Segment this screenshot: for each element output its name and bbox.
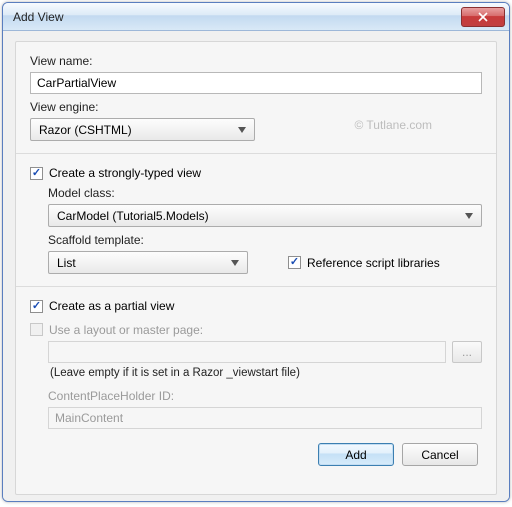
dialog-footer: Add Cancel bbox=[30, 433, 482, 468]
chevron-down-icon bbox=[227, 260, 243, 266]
dialog-body: © Tutlane.com View name: View engine: Ra… bbox=[3, 31, 509, 501]
form-panel: © Tutlane.com View name: View engine: Ra… bbox=[15, 41, 497, 495]
layout-path-input bbox=[48, 341, 446, 363]
ellipsis-icon: ... bbox=[462, 345, 472, 359]
divider bbox=[16, 286, 496, 287]
view-name-input[interactable] bbox=[30, 72, 482, 94]
chevron-down-icon bbox=[234, 127, 250, 133]
scaffold-row: List Reference script libraries bbox=[48, 251, 482, 274]
strongly-typed-label: Create a strongly-typed view bbox=[49, 166, 201, 180]
use-layout-checkbox bbox=[30, 323, 43, 336]
view-engine-value: Razor (CSHTML) bbox=[39, 123, 234, 137]
scaffold-template-label: Scaffold template: bbox=[48, 233, 482, 247]
ref-scripts-row[interactable]: Reference script libraries bbox=[288, 256, 440, 270]
titlebar: Add View bbox=[3, 3, 509, 31]
add-button[interactable]: Add bbox=[318, 443, 394, 466]
model-class-value: CarModel (Tutorial5.Models) bbox=[57, 209, 461, 223]
scaffold-template-value: List bbox=[57, 256, 227, 270]
model-class-label: Model class: bbox=[48, 186, 482, 200]
strongly-typed-group: Model class: CarModel (Tutorial5.Models)… bbox=[48, 184, 482, 274]
model-class-select[interactable]: CarModel (Tutorial5.Models) bbox=[48, 204, 482, 227]
cph-input bbox=[48, 407, 482, 429]
cph-label: ContentPlaceHolder ID: bbox=[48, 389, 482, 403]
add-view-dialog: Add View © Tutlane.com View name: View e… bbox=[2, 2, 510, 502]
window-title: Add View bbox=[13, 10, 461, 24]
chevron-down-icon bbox=[461, 213, 477, 219]
strongly-typed-checkbox[interactable] bbox=[30, 167, 43, 180]
divider bbox=[16, 153, 496, 154]
use-layout-row: Use a layout or master page: bbox=[30, 321, 482, 337]
close-icon bbox=[478, 12, 488, 22]
ref-scripts-checkbox[interactable] bbox=[288, 256, 301, 269]
view-engine-select[interactable]: Razor (CSHTML) bbox=[30, 118, 255, 141]
view-engine-label: View engine: bbox=[30, 100, 482, 114]
view-name-label: View name: bbox=[30, 54, 482, 68]
layout-path-row: ... bbox=[48, 341, 482, 363]
layout-group: ... (Leave empty if it is set in a Razor… bbox=[48, 341, 482, 429]
ref-scripts-label: Reference script libraries bbox=[307, 256, 440, 270]
browse-button: ... bbox=[452, 341, 482, 363]
use-layout-label: Use a layout or master page: bbox=[49, 323, 203, 337]
strongly-typed-row[interactable]: Create a strongly-typed view bbox=[30, 166, 482, 180]
partial-view-checkbox[interactable] bbox=[30, 300, 43, 313]
watermark: © Tutlane.com bbox=[354, 118, 432, 132]
partial-view-label: Create as a partial view bbox=[49, 299, 174, 313]
scaffold-template-select[interactable]: List bbox=[48, 251, 248, 274]
close-button[interactable] bbox=[461, 7, 505, 27]
layout-hint: (Leave empty if it is set in a Razor _vi… bbox=[50, 367, 482, 379]
partial-view-row[interactable]: Create as a partial view bbox=[30, 299, 482, 313]
cancel-button[interactable]: Cancel bbox=[402, 443, 478, 466]
